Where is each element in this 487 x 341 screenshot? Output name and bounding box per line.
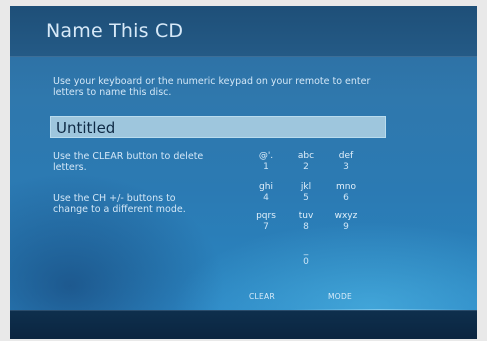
key-letters: mno [336, 182, 356, 192]
key-8[interactable]: tuv 8 [286, 211, 326, 233]
mode-button[interactable]: MODE [328, 292, 352, 301]
key-letters: _ [303, 246, 309, 256]
bottom-bar [10, 310, 477, 339]
key-letters: ghi [259, 182, 273, 192]
key-digit: 0 [303, 257, 309, 267]
key-letters: tuv [298, 211, 314, 221]
key-letters: wxyz [334, 211, 358, 221]
key-5[interactable]: jkl 5 [286, 182, 326, 204]
page-title: Name This CD [46, 20, 184, 42]
key-letters: jkl [300, 182, 312, 192]
key-digit: 6 [343, 193, 349, 203]
key-letters: @'. [258, 151, 274, 161]
key-letters: def [338, 151, 354, 161]
key-digit: 5 [303, 193, 309, 203]
key-digit: 7 [263, 222, 269, 232]
key-digit: 8 [303, 222, 309, 232]
key-letters: abc [297, 151, 315, 161]
clear-button[interactable]: CLEAR [249, 292, 275, 301]
key-6[interactable]: mno 6 [326, 182, 366, 204]
title-bar: Name This CD [10, 6, 477, 57]
numeric-keypad: @'. 1 abc 2 def 3 ghi 4 jkl 5 mno 6 pqrs… [246, 149, 366, 319]
key-digit: 9 [343, 222, 349, 232]
instructions-text: Use your keyboard or the numeric keypad … [53, 76, 371, 98]
key-3[interactable]: def 3 [326, 151, 366, 173]
key-1[interactable]: @'. 1 [246, 151, 286, 173]
key-digit: 3 [343, 162, 349, 172]
key-0[interactable]: _ 0 [286, 246, 326, 268]
key-digit: 4 [263, 193, 269, 203]
clear-help-text: Use the CLEAR button to delete letters. [53, 151, 204, 173]
key-4[interactable]: ghi 4 [246, 182, 286, 204]
mode-help-text: Use the CH +/- buttons to change to a di… [53, 193, 186, 215]
key-7[interactable]: pqrs 7 [246, 211, 286, 233]
key-digit: 1 [263, 162, 269, 172]
key-digit: 2 [303, 162, 309, 172]
key-letters: pqrs [256, 211, 276, 221]
cd-name-input[interactable]: Untitled [50, 116, 386, 138]
key-9[interactable]: wxyz 9 [326, 211, 366, 233]
media-center-screen: Name This CD Use your keyboard or the nu… [10, 6, 477, 339]
key-2[interactable]: abc 2 [286, 151, 326, 173]
